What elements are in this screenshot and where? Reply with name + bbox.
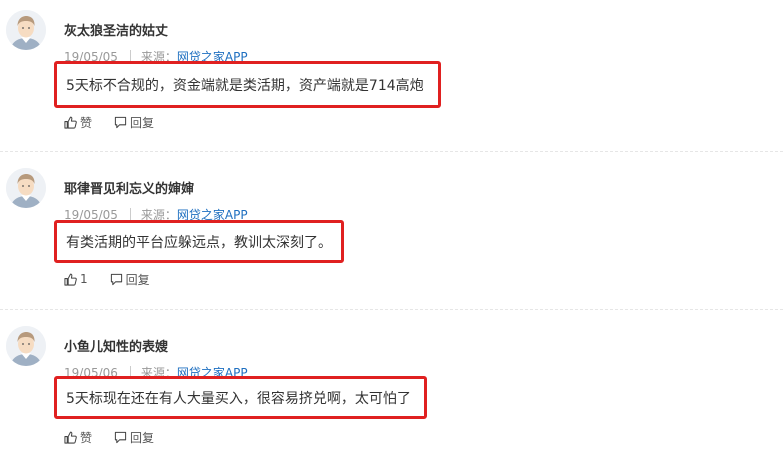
reply-button[interactable]: 回复 bbox=[110, 271, 150, 288]
comment-divider bbox=[0, 151, 783, 152]
like-label: 赞 bbox=[80, 430, 93, 445]
like-button[interactable]: 1 bbox=[64, 272, 88, 286]
like-button[interactable]: 赞 bbox=[64, 429, 92, 446]
username[interactable]: 小鱼儿知性的表嫂 bbox=[64, 340, 168, 356]
comment-text: 5天标现在还在有人大量买入，很容易挤兑啊，太可怕了 bbox=[66, 390, 411, 407]
user-avatar-icon[interactable] bbox=[6, 168, 46, 208]
thumbs-up-icon bbox=[64, 116, 77, 129]
like-button[interactable]: 赞 bbox=[64, 114, 92, 131]
comment-text: 5天标不合规的，资金端就是类活期，资产端就是714高炮 bbox=[66, 77, 424, 94]
reply-label: 回复 bbox=[130, 430, 155, 445]
comment-item: 耶律晋见利忘义的婶婶 19/05/05 来源：网贷之家APP 有类活期的平台应躲远… bbox=[0, 168, 783, 303]
reply-label: 回复 bbox=[125, 272, 150, 287]
user-avatar-icon[interactable] bbox=[6, 326, 46, 366]
reply-label: 回复 bbox=[130, 115, 155, 130]
speech-bubble-icon bbox=[110, 273, 122, 285]
thumbs-up-icon bbox=[64, 273, 77, 286]
username[interactable]: 耶律晋见利忘义的婶婶 bbox=[64, 182, 194, 198]
reply-button[interactable]: 回复 bbox=[114, 114, 154, 131]
comment-divider bbox=[0, 309, 783, 310]
comment-content: 5天标不合规的，资金端就是类活期，资产端就是714高炮 bbox=[54, 61, 441, 108]
user-avatar-icon[interactable] bbox=[6, 10, 46, 50]
username[interactable]: 灰太狼圣洁的姑丈 bbox=[64, 24, 168, 40]
comment-content: 5天标现在还在有人大量买入，很容易挤兑啊，太可怕了 bbox=[54, 376, 427, 419]
comment-actions: 1 回复 bbox=[64, 271, 172, 287]
like-count: 1 bbox=[80, 272, 88, 286]
comment-text: 有类活期的平台应躲远点，教训太深刻了。 bbox=[66, 234, 332, 251]
comment-actions: 赞 回复 bbox=[64, 114, 176, 130]
like-label: 赞 bbox=[80, 115, 93, 130]
speech-bubble-icon bbox=[114, 431, 127, 443]
comment-content: 有类活期的平台应躲远点，教训太深刻了。 bbox=[54, 220, 344, 263]
thumbs-up-icon bbox=[64, 431, 77, 444]
comment-actions: 赞 回复 bbox=[64, 429, 176, 445]
reply-button[interactable]: 回复 bbox=[114, 429, 154, 446]
speech-bubble-icon bbox=[114, 116, 127, 128]
comment-item: 小鱼儿知性的表嫂 19/05/06 来源：网贷之家APP 5天标现在还在有人大量买… bbox=[0, 326, 783, 460]
comment-item: 灰太狼圣洁的姑丈 19/05/05 来源：网贷之家APP 5天标不合规的，资金端就… bbox=[0, 10, 783, 145]
